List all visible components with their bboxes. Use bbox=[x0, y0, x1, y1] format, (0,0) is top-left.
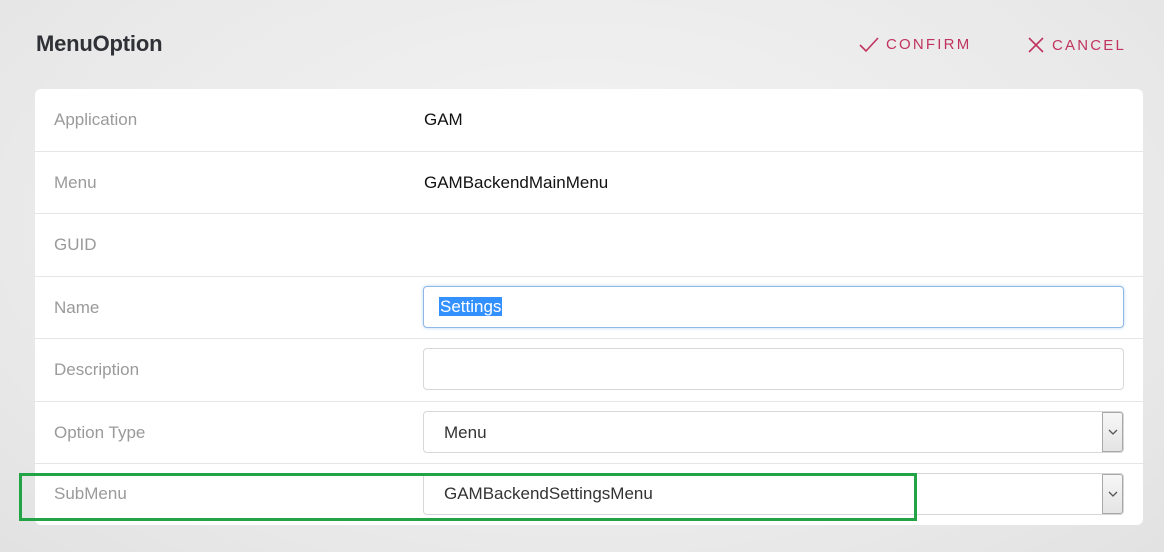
submenu-label: SubMenu bbox=[54, 484, 127, 503]
cancel-button[interactable]: CANCEL bbox=[1027, 36, 1126, 54]
chevron-down-icon bbox=[1108, 491, 1117, 497]
submenu-row: SubMenu GAMBackendSettingsMenu bbox=[35, 464, 1143, 525]
name-input-value: Settings bbox=[439, 297, 503, 316]
name-input[interactable]: Settings bbox=[423, 286, 1124, 328]
chevron-down-icon bbox=[1108, 429, 1117, 435]
option-type-dropdown-button[interactable] bbox=[1102, 412, 1123, 452]
submenu-select[interactable]: GAMBackendSettingsMenu bbox=[423, 473, 1124, 515]
option-type-value: Menu bbox=[444, 423, 487, 442]
submenu-value: GAMBackendSettingsMenu bbox=[444, 484, 653, 503]
menu-value: GAMBackendMainMenu bbox=[424, 173, 609, 192]
application-label: Application bbox=[54, 110, 138, 129]
description-label: Description bbox=[54, 360, 140, 379]
page-header: MenuOption CONFIRM CANCEL bbox=[0, 0, 1164, 89]
submenu-dropdown-button[interactable] bbox=[1102, 474, 1123, 514]
option-type-label: Option Type bbox=[54, 423, 146, 442]
close-icon bbox=[1028, 37, 1044, 53]
menu-option-form: Application GAM Menu GAMBackendMainMenu … bbox=[35, 89, 1143, 525]
menu-row: Menu GAMBackendMainMenu bbox=[35, 152, 1143, 214]
description-input[interactable] bbox=[423, 348, 1124, 390]
guid-label: GUID bbox=[54, 235, 97, 254]
cancel-label: CANCEL bbox=[1052, 36, 1127, 54]
page-title: MenuOption bbox=[36, 31, 163, 56]
menu-label: Menu bbox=[54, 173, 97, 192]
confirm-button[interactable]: CONFIRM bbox=[859, 36, 971, 53]
option-type-select[interactable]: Menu bbox=[423, 411, 1124, 453]
name-row: Name Settings bbox=[35, 277, 1143, 339]
application-row: Application GAM bbox=[35, 89, 1143, 152]
confirm-label: CONFIRM bbox=[886, 36, 972, 53]
application-value: GAM bbox=[424, 110, 463, 129]
check-icon bbox=[859, 36, 879, 52]
guid-row: GUID bbox=[35, 214, 1143, 277]
description-row: Description bbox=[35, 339, 1143, 402]
name-label: Name bbox=[54, 298, 100, 317]
option-type-row: Option Type Menu bbox=[35, 402, 1143, 464]
